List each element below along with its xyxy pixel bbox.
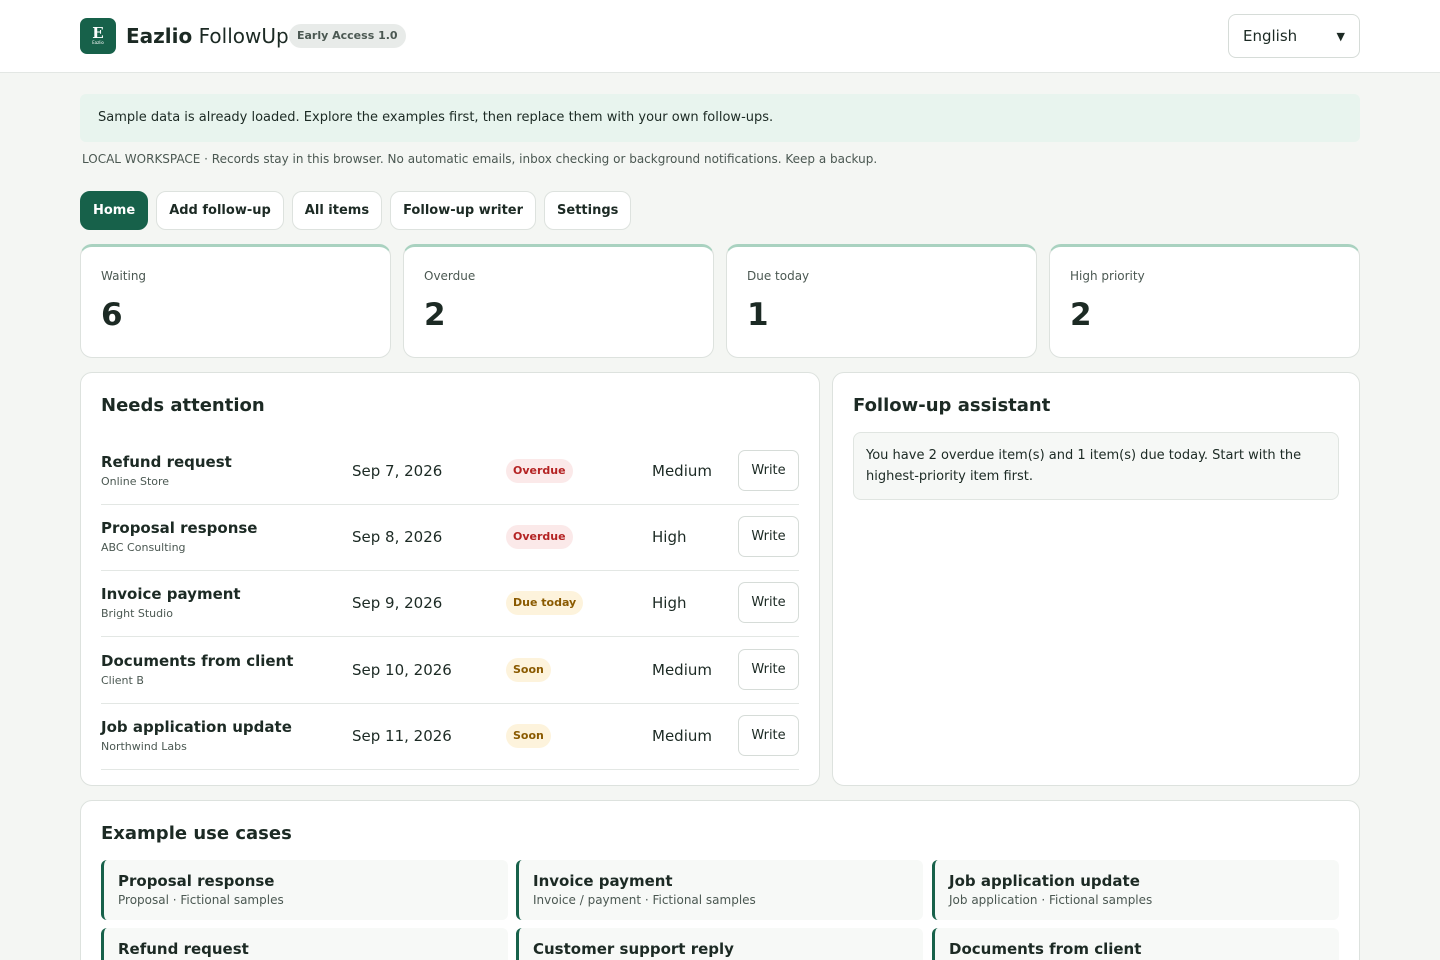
stat-value: 2 [424,297,446,333]
write-button[interactable]: Write [738,649,799,690]
row-priority: High [652,594,687,612]
write-button[interactable]: Write [738,582,799,623]
row-priority: Medium [652,462,712,480]
row-date: Sep 10, 2026 [352,661,452,679]
sample-data-notice: Sample data is already loaded. Explore t… [80,94,1360,142]
local-workspace-note: LOCAL WORKSPACE · Records stay in this b… [82,152,878,166]
row-date: Sep 9, 2026 [352,594,443,612]
row-date: Sep 7, 2026 [352,462,443,480]
language-select-value: English [1243,27,1298,45]
stat-card-high-priority: High priority 2 [1049,244,1360,358]
example-use-cases-panel: Example use cases Proposal response Prop… [80,800,1360,960]
status-badge: Due today [506,591,584,615]
use-case-card[interactable]: Refund request [101,928,508,960]
stat-card-waiting: Waiting 6 [80,244,391,358]
tab-add-follow-up[interactable]: Add follow-up [156,191,284,230]
stat-card-due-today: Due today 1 [726,244,1037,358]
row-title: Proposal response [101,519,258,537]
follow-up-assistant-panel: Follow-up assistant You have 2 overdue i… [832,372,1360,786]
table-row: Refund request Online Store Sep 7, 2026 … [101,439,799,505]
chevron-down-icon: ▼ [1336,29,1345,43]
use-case-title: Job application update [949,872,1140,890]
stat-label: High priority [1070,269,1145,283]
app-title-bold: Eazlio [126,24,193,48]
table-row: Documents from client Client B Sep 10, 2… [101,638,799,704]
status-badge: Soon [506,724,551,748]
use-case-subtitle: Proposal · Fictional samples [118,893,284,907]
status-badge: Overdue [506,459,573,483]
tab-all-items[interactable]: All items [291,191,383,230]
stat-value: 6 [101,297,123,333]
use-case-title: Customer support reply [533,940,734,958]
stat-card-overdue: Overdue 2 [403,244,714,358]
use-case-card[interactable]: Customer support reply [516,928,923,960]
write-button[interactable]: Write [738,450,799,491]
assistant-message: You have 2 overdue item(s) and 1 item(s)… [853,432,1339,500]
app-logo: E Eazlio [80,18,116,54]
use-case-title: Proposal response [118,872,275,890]
row-contact: ABC Consulting [101,541,186,554]
use-case-subtitle: Job application · Fictional samples [949,893,1153,907]
stat-label: Waiting [101,269,147,283]
row-date: Sep 8, 2026 [352,528,443,546]
logo-wordmark: Eazlio [92,40,104,45]
use-case-card[interactable]: Job application update Job application ·… [932,860,1339,920]
needs-attention-panel: Needs attention Refund request Online St… [80,372,820,786]
row-contact: Online Store [101,475,170,488]
version-badge: Early Access 1.0 [289,24,406,48]
panel-title: Needs attention [101,395,265,416]
use-case-card[interactable]: Proposal response Proposal · Fictional s… [101,860,508,920]
stat-label: Overdue [424,269,476,283]
language-select[interactable]: English ▼ [1228,14,1360,58]
row-contact: Northwind Labs [101,740,187,753]
row-priority: High [652,528,687,546]
app-title-rest: FollowUp [198,24,289,48]
status-badge: Soon [506,658,551,682]
table-row: Invoice payment Bright Studio Sep 9, 202… [101,571,799,637]
logo-letter: E [92,24,104,42]
stat-value: 1 [747,297,769,333]
row-title: Job application update [101,718,292,736]
table-row: Proposal response ABC Consulting Sep 8, … [101,505,799,571]
row-contact: Client B [101,674,144,687]
use-case-title: Refund request [118,940,249,958]
write-button[interactable]: Write [738,715,799,756]
use-case-card[interactable]: Invoice payment Invoice / payment · Fict… [516,860,923,920]
row-title: Documents from client [101,652,294,670]
use-case-title: Invoice payment [533,872,673,890]
row-date: Sep 11, 2026 [352,727,452,745]
app-title: Eazlio FollowUp [126,22,289,50]
row-priority: Medium [652,727,712,745]
row-title: Invoice payment [101,585,241,603]
panel-title: Example use cases [101,823,292,844]
top-bar: E Eazlio Eazlio FollowUp Early Access 1.… [0,0,1440,73]
use-case-card[interactable]: Documents from client [932,928,1339,960]
row-priority: Medium [652,661,712,679]
row-title: Refund request [101,453,232,471]
row-contact: Bright Studio [101,607,173,620]
main-tabs: Home Add follow-up All items Follow-up w… [80,191,632,230]
stat-label: Due today [747,269,810,283]
status-badge: Overdue [506,525,573,549]
panel-title: Follow-up assistant [853,395,1051,416]
table-row: Job application update Northwind Labs Se… [101,704,799,770]
use-case-title: Documents from client [949,940,1142,958]
tab-follow-up-writer[interactable]: Follow-up writer [390,191,537,230]
tab-settings[interactable]: Settings [544,191,632,230]
tab-home[interactable]: Home [80,191,149,230]
stat-value: 2 [1070,297,1092,333]
write-button[interactable]: Write [738,516,799,557]
use-case-subtitle: Invoice / payment · Fictional samples [533,893,756,907]
